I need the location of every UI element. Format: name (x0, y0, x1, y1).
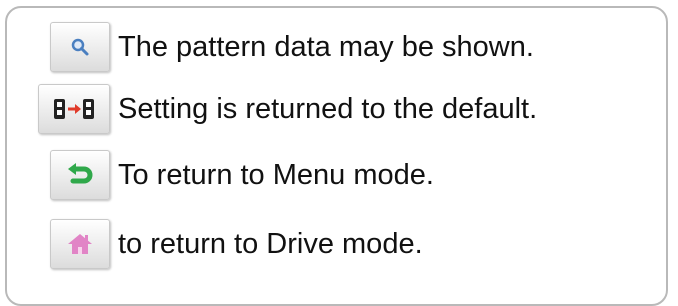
return-menu-label: To return to Menu mode. (118, 158, 434, 191)
home-icon (68, 234, 92, 254)
reset-default-label: Setting is returned to the default. (118, 92, 538, 125)
return-menu-button[interactable] (50, 150, 110, 200)
row-return-menu: To return to Menu mode. (50, 150, 434, 200)
return-drive-label: to return to Drive mode. (118, 227, 423, 260)
row-reset-default: Setting is returned to the default. (38, 84, 537, 134)
show-pattern-label: The pattern data may be shown. (118, 30, 534, 63)
return-drive-button[interactable] (50, 219, 110, 269)
row-return-drive: to return to Drive mode. (50, 219, 423, 269)
magnifier-icon (71, 38, 89, 56)
reset-default-button[interactable] (38, 84, 110, 134)
row-show-pattern: The pattern data may be shown. (50, 22, 534, 72)
help-panel: The pattern data may be shown. Setting i… (5, 6, 668, 306)
reset-default-icon (54, 99, 94, 119)
return-arrow-icon (68, 163, 93, 184)
show-pattern-button[interactable] (50, 22, 110, 72)
